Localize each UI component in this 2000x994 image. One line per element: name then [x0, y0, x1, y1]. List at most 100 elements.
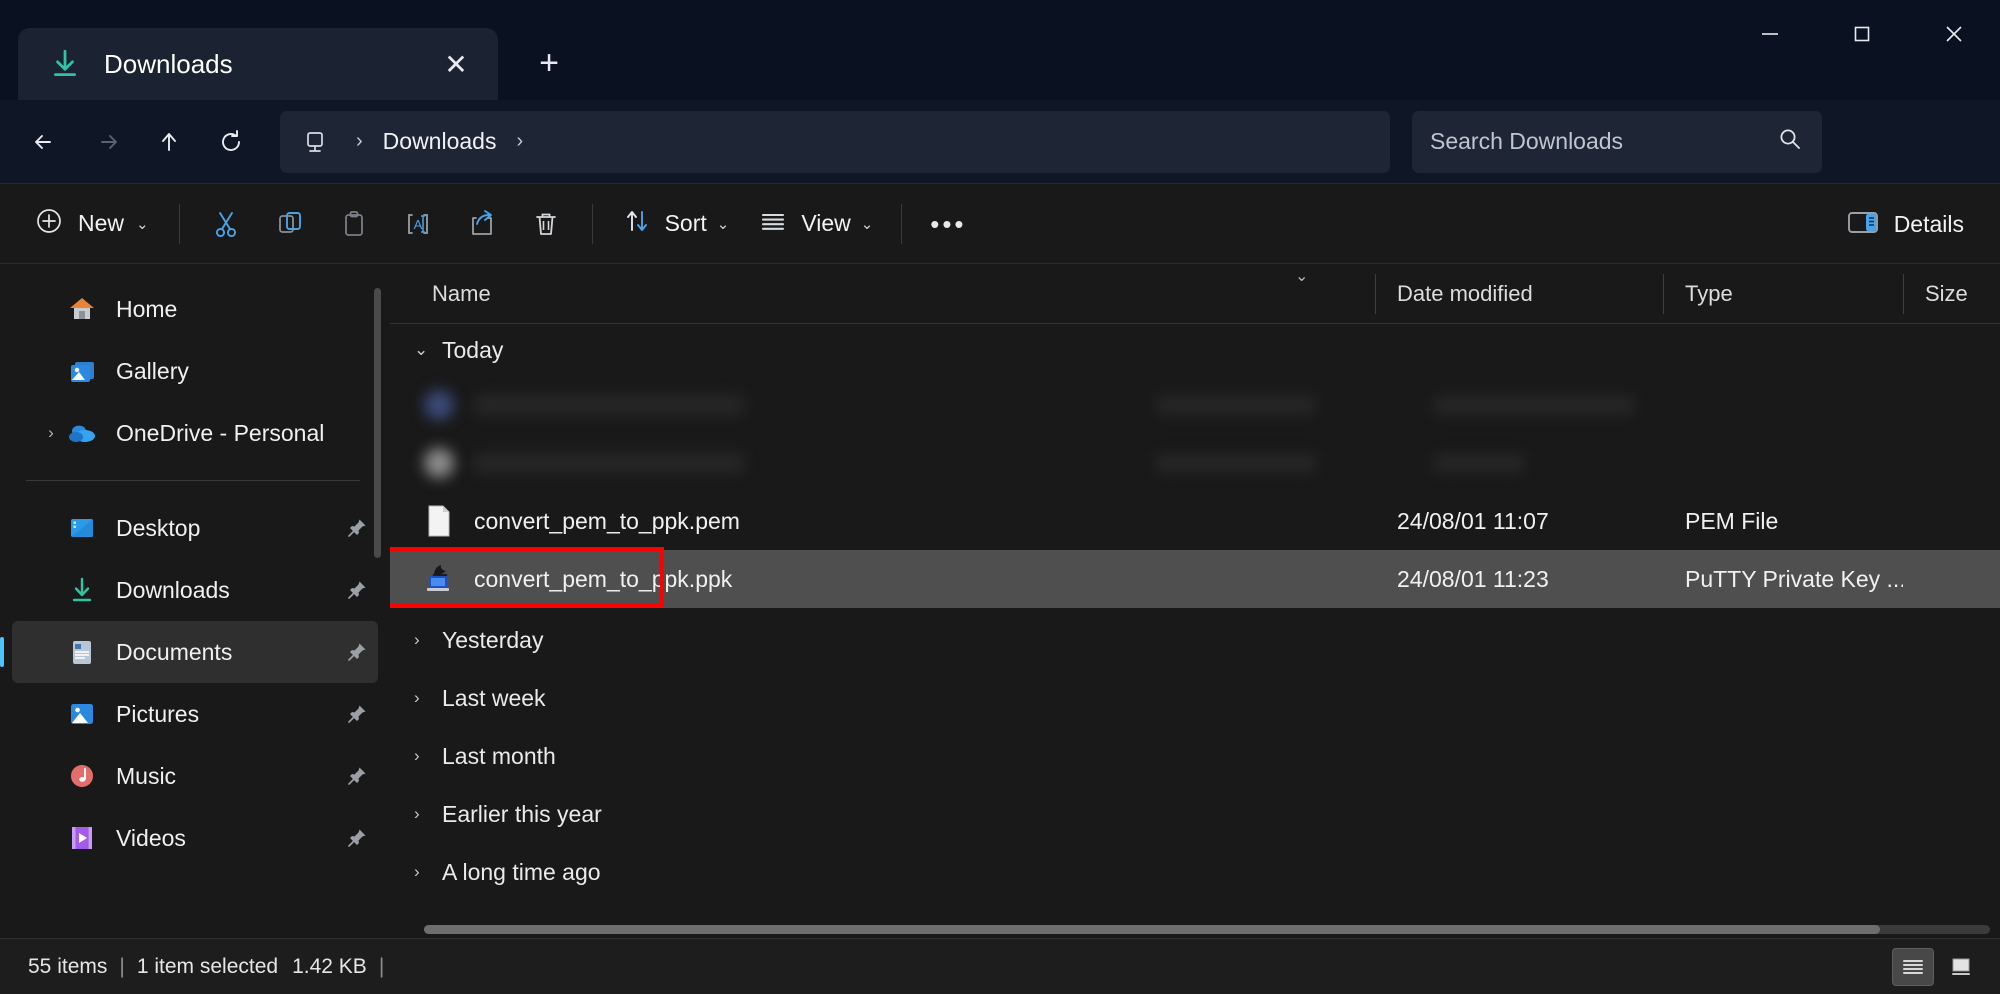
selection-info: 1 item selected — [136, 954, 279, 978]
breadcrumb-separator-trailing[interactable]: › — [496, 130, 543, 153]
pin-icon[interactable] — [342, 578, 372, 602]
file-rows: ⌄ Today convert_pem_to_ppk.pem 24/08/01 … — [390, 324, 2000, 938]
maximize-icon[interactable] — [1816, 0, 1908, 68]
breadcrumb-path[interactable]: Downloads — [383, 128, 497, 155]
search-placeholder: Search Downloads — [1430, 128, 1624, 154]
group-header-last-month[interactable]: › Last month — [390, 730, 2000, 782]
search-icon[interactable] — [1776, 125, 1804, 158]
tab-strip: Downloads ✕ + — [0, 0, 578, 100]
group-header-a-long-time-ago[interactable]: › A long time ago — [390, 846, 2000, 898]
tab-title: Downloads — [104, 48, 233, 79]
pin-icon[interactable] — [342, 826, 372, 850]
sidebar-scrollbar[interactable] — [374, 288, 381, 558]
chevron-down-icon[interactable]: ⌄ — [414, 340, 442, 360]
file-date-cell: 24/08/01 11:23 — [1397, 565, 1549, 592]
up-arrow-icon[interactable] — [138, 111, 200, 173]
new-tab-button[interactable]: + — [520, 34, 578, 92]
minimize-icon[interactable] — [1724, 0, 1816, 68]
column-header-size[interactable]: Size — [1903, 264, 2000, 324]
new-button[interactable]: New ⌄ — [18, 196, 165, 252]
refresh-icon[interactable] — [200, 111, 262, 173]
status-separator: | — [378, 954, 385, 978]
status-separator: | — [119, 954, 125, 978]
column-header-name[interactable]: Name — [390, 264, 1375, 324]
pictures-icon — [66, 698, 98, 730]
pin-icon[interactable] — [342, 516, 372, 540]
sidebar-item-desktop[interactable]: Desktop — [12, 497, 378, 559]
breadcrumb[interactable]: › Downloads › — [280, 110, 1390, 173]
view-button[interactable]: View ⌄ — [743, 196, 887, 252]
downloads-icon — [66, 574, 98, 606]
chevron-right-icon[interactable]: › — [36, 423, 66, 443]
group-header-today[interactable]: ⌄ Today — [390, 324, 2000, 376]
sidebar-item-downloads[interactable]: Downloads — [12, 559, 378, 621]
chevron-right-icon[interactable]: › — [414, 688, 442, 708]
column-header-type[interactable]: Type — [1663, 264, 1903, 324]
horizontal-scrollbar-thumb[interactable] — [424, 925, 1881, 934]
pin-icon[interactable] — [342, 702, 372, 726]
more-options-button[interactable]: ••• — [916, 196, 980, 252]
chevron-down-icon: ⌄ — [860, 215, 874, 233]
file-type-cell: PEM File — [1685, 507, 1779, 534]
sidebar-label: Downloads — [116, 576, 230, 603]
table-row[interactable]: convert_pem_to_ppk.ppk 24/08/01 11:23 Pu… — [390, 547, 2000, 608]
details-view-toggle[interactable] — [1892, 947, 1934, 986]
rename-button[interactable]: A — [386, 196, 450, 252]
share-button[interactable] — [450, 196, 514, 252]
pin-icon[interactable] — [342, 764, 372, 788]
videos-icon — [66, 822, 98, 854]
close-icon[interactable] — [1908, 0, 2000, 68]
sidebar-item-videos[interactable]: Videos — [12, 807, 378, 869]
redacted-date — [1156, 454, 1316, 472]
pin-icon[interactable] — [342, 640, 372, 664]
file-name: convert_pem_to_ppk.pem — [474, 507, 740, 534]
generic-file-icon — [424, 504, 454, 538]
group-label: Today — [442, 336, 504, 363]
chevron-right-icon[interactable]: › — [414, 862, 442, 882]
copy-button[interactable] — [258, 196, 322, 252]
item-count: 55 items — [28, 954, 108, 978]
selection-size: 1.42 KB — [292, 954, 367, 978]
toolbar-divider-2 — [591, 203, 593, 244]
table-row[interactable] — [390, 434, 2000, 492]
group-label: Earlier this year — [442, 800, 602, 827]
sidebar-item-onedrive[interactable]: › OneDrive - Personal — [12, 402, 378, 464]
search-input[interactable]: Search Downloads — [1412, 110, 1822, 173]
chevron-right-icon[interactable]: › — [414, 630, 442, 650]
sidebar-item-documents[interactable]: Documents — [0, 621, 378, 683]
sidebar-item-music[interactable]: Music — [12, 745, 378, 807]
desktop-icon — [66, 512, 98, 544]
file-name-cell: convert_pem_to_ppk.ppk — [390, 562, 1375, 596]
table-row[interactable]: convert_pem_to_ppk.pem 24/08/01 11:07 PE… — [390, 492, 2000, 550]
group-header-last-week[interactable]: › Last week — [390, 672, 2000, 724]
delete-button[interactable] — [514, 196, 578, 252]
home-icon — [66, 293, 98, 325]
close-tab-icon[interactable]: ✕ — [432, 40, 480, 88]
back-arrow-icon[interactable] — [14, 111, 76, 173]
group-header-earlier-this-year[interactable]: › Earlier this year — [390, 788, 2000, 840]
documents-icon — [66, 636, 98, 668]
sidebar-item-pictures[interactable]: Pictures — [12, 683, 378, 745]
status-bar: 55 items | 1 item selected 1.42 KB | — [0, 938, 2000, 994]
details-pane-button[interactable]: Details — [1830, 196, 1980, 252]
table-row[interactable] — [390, 376, 2000, 434]
sidebar-label: Pictures — [116, 700, 200, 727]
file-list-pane: ⌄ Name Date modified Type Size ⌄ Today c… — [390, 264, 2000, 938]
chevron-right-icon[interactable]: › — [414, 746, 442, 766]
sort-arrows-icon — [621, 205, 653, 242]
ellipsis-icon: ••• — [930, 208, 967, 239]
sidebar-label: Gallery — [116, 357, 189, 384]
chevron-right-icon[interactable]: › — [414, 804, 442, 824]
sidebar-item-home[interactable]: Home — [12, 278, 378, 340]
sort-button-label: Sort — [664, 210, 707, 236]
horizontal-scrollbar[interactable] — [424, 925, 1990, 934]
address-bar: › Downloads › Search Downloads — [0, 100, 2000, 184]
group-header-yesterday[interactable]: › Yesterday — [390, 614, 2000, 666]
column-header-date-modified[interactable]: Date modified — [1375, 264, 1663, 324]
sort-button[interactable]: Sort ⌄ — [607, 196, 744, 252]
sidebar-item-gallery[interactable]: Gallery — [12, 340, 378, 402]
cut-button[interactable] — [194, 196, 258, 252]
explorer-body: Home Gallery › OneDrive - Personal Deskt… — [0, 264, 2000, 938]
tab-downloads[interactable]: Downloads ✕ — [18, 28, 498, 100]
large-icons-view-toggle[interactable] — [1940, 948, 1982, 986]
